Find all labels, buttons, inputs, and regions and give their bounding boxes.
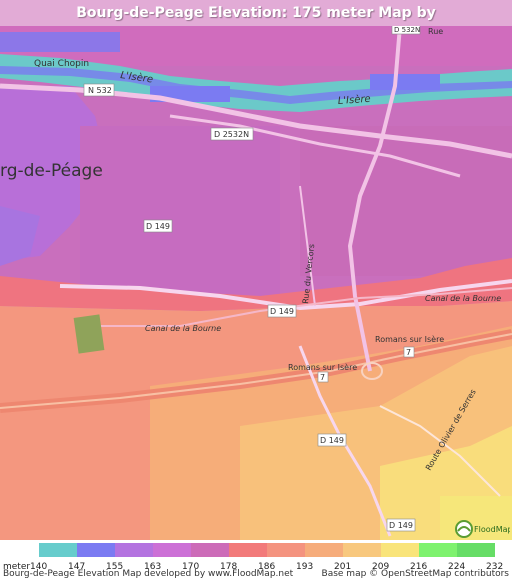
label-rue-top: Rue: [428, 27, 443, 36]
svg-text:D 532N: D 532N: [394, 26, 420, 34]
shield-d2532n: D 2532N: [210, 127, 254, 141]
svg-text:D 149: D 149: [146, 222, 170, 231]
river-blue-block-3: [0, 32, 120, 52]
elevation-map[interactable]: rg-de-Péage Quai Chopin L'Isère L'Isère …: [0, 26, 512, 540]
label-town: rg-de-Péage: [0, 161, 103, 181]
label-canal-2: Canal de la Bourne: [425, 294, 501, 303]
shield-d149-d: D 149: [386, 518, 416, 532]
legend-swatch: [267, 543, 305, 557]
label-quai-chopin: Quai Chopin: [34, 59, 89, 69]
svg-text:7: 7: [320, 373, 325, 382]
legend-swatch: [343, 543, 381, 557]
legend-swatch: [305, 543, 343, 557]
river-blue-block-2: [370, 74, 440, 90]
sports-ground: [73, 314, 105, 354]
svg-text:D 149: D 149: [270, 307, 294, 316]
shield-d149-b: D 149: [267, 304, 297, 318]
svg-text:D 149: D 149: [389, 521, 413, 530]
svg-text:7: 7: [406, 348, 411, 357]
legend-swatch: [457, 543, 495, 557]
legend-swatch: [419, 543, 457, 557]
legend-swatch: [229, 543, 267, 557]
label-river-2: L'Isère: [337, 93, 371, 107]
svg-text:D 2532N: D 2532N: [214, 130, 249, 139]
legend-swatch: [77, 543, 115, 557]
shield-d149-c: D 149: [317, 433, 347, 447]
floodmap-logo: FloodMap: [454, 519, 512, 539]
label-canal-1: Canal de la Bourne: [145, 324, 221, 333]
legend-swatch: [191, 543, 229, 557]
shield-a7-a: 7: [403, 346, 415, 358]
legend: meter 140 147 155 163 170 178 186 193 20…: [0, 540, 512, 572]
footer-credit-left: Bourg-de-Peage Elevation Map developed b…: [3, 569, 294, 579]
legend-swatch: [115, 543, 153, 557]
legend-swatch: [381, 543, 419, 557]
svg-text:D 149: D 149: [320, 436, 344, 445]
shield-a7-b: 7: [317, 371, 329, 383]
label-romans-1: Romans sur Isère: [375, 334, 444, 344]
label-romans-2: Romans sur Isère: [288, 362, 357, 372]
legend-swatch: [39, 543, 77, 557]
shield-n532: N 532: [83, 83, 115, 97]
zone-town: [80, 126, 280, 306]
svg-text:N 532: N 532: [88, 86, 112, 95]
footer-credit-right: Base map © OpenStreetMap contributors: [321, 569, 509, 579]
legend-swatch: [153, 543, 191, 557]
shield-d532n-top: D 532N: [391, 26, 421, 35]
shield-d149-a: D 149: [143, 219, 173, 233]
footer: Bourg-de-Peage Elevation Map developed b…: [0, 569, 512, 582]
page-title: Bourg-de-Peage Elevation: 175 meter Map …: [0, 0, 512, 47]
svg-text:FloodMap: FloodMap: [474, 525, 510, 534]
